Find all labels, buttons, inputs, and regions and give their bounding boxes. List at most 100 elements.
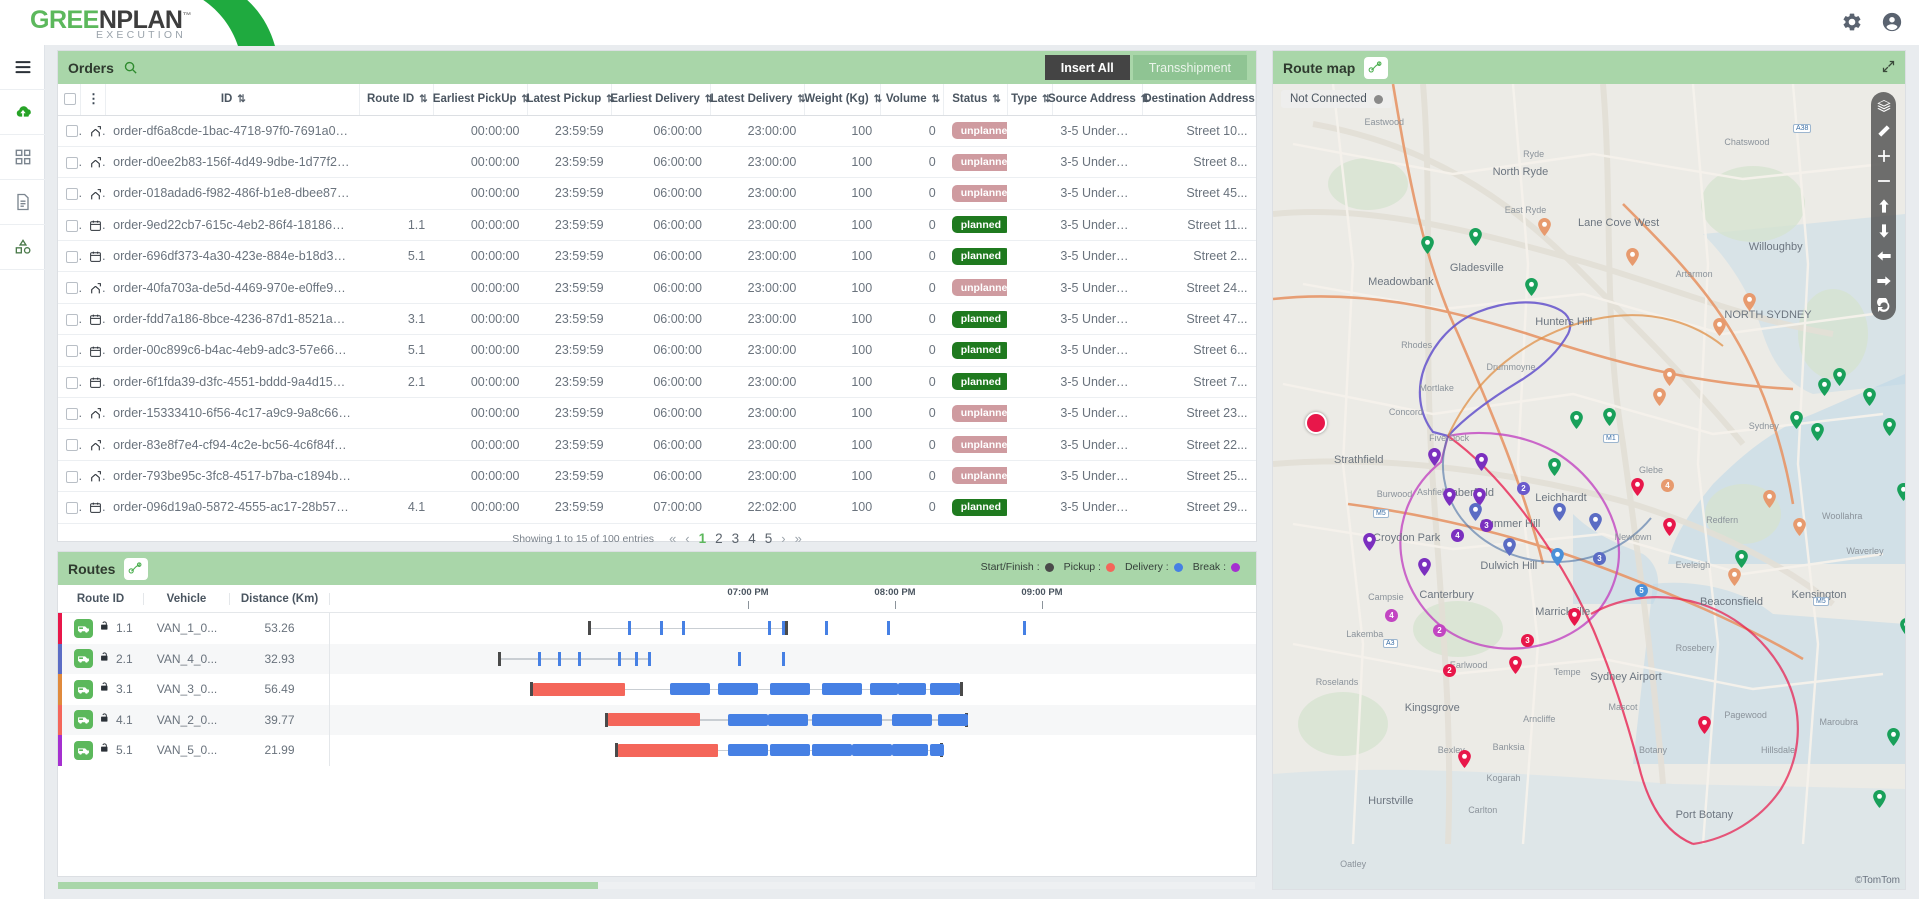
table-row[interactable]: order-793be95c-3fc8-4517-b7ba-c1894b5af1… [58,460,1256,493]
col-destination-address[interactable]: Destination Address [1142,84,1256,116]
lock-icon[interactable] [99,650,110,668]
map-pin[interactable] [1475,453,1488,471]
map-cluster-badge[interactable]: 3 [1521,634,1534,647]
map-pin[interactable] [1469,228,1482,246]
gantt-delivery-stop[interactable] [578,651,581,666]
row-checkbox[interactable] [66,219,78,232]
app-logo[interactable]: GREENPLAN™ EXECUTION [30,0,290,46]
vehicle-icon[interactable] [74,649,93,669]
lock-icon[interactable] [99,619,110,637]
gantt-delivery-stop[interactable] [887,621,890,635]
pagination-first[interactable]: « [669,531,676,546]
pagination-last[interactable]: » [795,531,802,546]
gantt-delivery-bar[interactable] [930,683,960,695]
row-type-icon-cell[interactable] [80,146,106,179]
pagination-page-2[interactable]: 2 [715,531,723,546]
select-all-checkbox[interactable] [64,93,76,106]
row-checkbox[interactable] [66,470,78,483]
map-depot-marker[interactable] [1305,412,1327,434]
map-pin[interactable] [1589,513,1602,531]
route-gantt-cell[interactable] [330,735,1256,766]
route-row[interactable]: 1.1 VAN_1_0... 53.26 [58,613,1256,644]
vehicle-icon[interactable] [74,618,93,638]
row-checkbox[interactable] [66,407,78,420]
map-pin[interactable] [1428,448,1441,466]
map-canvas[interactable]: Not Connected Eastwood North Ryde Chatswoo… [1273,84,1905,889]
col-route-id[interactable]: Route ID ⇅ [359,84,434,116]
routes-col-vehicle[interactable]: Vehicle [144,592,230,605]
map-pin[interactable] [1509,656,1522,674]
map-pin[interactable] [1538,218,1551,236]
map-pin[interactable] [1900,618,1905,636]
row-select-cell[interactable] [58,115,81,147]
pagination-page-4[interactable]: 4 [748,531,756,546]
table-row[interactable]: order-696df373-4a30-423e-884e-b18d3b8863… [58,240,1256,273]
gantt-delivery-bar[interactable] [770,744,810,756]
map-cluster-badge[interactable]: 4 [1385,609,1398,622]
map-pin[interactable] [1728,568,1741,586]
map-pin[interactable] [1818,378,1831,396]
gantt-delivery-stop[interactable] [538,651,541,666]
col-volume[interactable]: Volume ⇅ [880,84,945,116]
gantt-delivery-stop[interactable] [648,651,651,666]
row-checkbox[interactable] [66,250,78,263]
gantt-delivery-bar[interactable] [930,744,944,756]
row-checkbox[interactable] [66,125,78,138]
lock-icon[interactable] [99,711,110,729]
table-row[interactable]: order-096d19a0-5872-4555-ac17-28b576ee90… [58,491,1256,524]
col-weight[interactable]: Weight (Kg) ⇅ [804,84,882,116]
gantt-delivery-stop[interactable] [825,621,828,635]
gantt-delivery-bar[interactable] [812,744,852,756]
table-row[interactable]: order-018adad6-f982-486f-b1e8-dbee87e5a9… [58,177,1256,210]
route-gantt-cell[interactable] [330,644,1256,675]
arrow-up-icon[interactable] [1876,198,1892,214]
lock-icon[interactable] [99,741,110,759]
vehicle-icon[interactable] [74,679,93,699]
kebab-header[interactable]: ⋮ [80,84,106,116]
routes-col-route-id[interactable]: Route ID [58,592,144,605]
row-type-icon-cell[interactable] [80,240,106,273]
gantt-delivery-bar[interactable] [898,683,926,695]
table-row[interactable]: order-9ed22cb7-615c-4eb2-86f4-181862f07c… [58,209,1256,242]
map-pin[interactable] [1811,423,1824,441]
routes-col-distance[interactable]: Distance (Km) [230,592,330,605]
map-pin[interactable] [1503,538,1516,556]
table-row[interactable]: order-15333410-6f56-4c17-a9c9-9a8c66cee6… [58,397,1256,430]
map-pin[interactable] [1548,458,1561,476]
map-pin[interactable] [1551,548,1564,566]
vehicle-icon[interactable] [74,710,93,730]
gantt-delivery-bar[interactable] [718,683,758,695]
col-status[interactable]: Status ⇅ [943,84,1008,116]
transshipment-button[interactable]: Transshipment [1132,55,1247,80]
row-type-icon-cell[interactable] [80,428,106,461]
row-select-cell[interactable] [58,177,81,210]
map-pin[interactable] [1883,418,1896,436]
col-source-address[interactable]: Source Address ⇅ [1048,84,1149,116]
plus-icon[interactable] [1876,148,1892,164]
map-pin[interactable] [1887,728,1900,746]
map-pin[interactable] [1663,368,1676,386]
map-cluster-badge[interactable]: 5 [1635,584,1648,597]
map-pin[interactable] [1790,411,1803,429]
row-select-cell[interactable] [58,240,81,273]
gantt-delivery-bar[interactable] [768,713,808,726]
sidebar-item-documents[interactable] [0,180,45,225]
sidebar-item-shapes[interactable] [0,225,45,270]
table-row[interactable]: order-d0ee2b83-156f-4d49-9dbe-1d77f2a4ac… [58,146,1256,179]
select-all-header[interactable] [58,84,82,116]
map-pin[interactable] [1763,490,1776,508]
expand-icon[interactable] [1881,59,1896,74]
row-type-icon-cell[interactable] [80,491,106,524]
arrow-down-icon[interactable] [1876,223,1892,239]
row-type-icon-cell[interactable] [80,209,106,242]
arrow-left-icon[interactable] [1876,248,1892,264]
col-latest-delivery[interactable]: Latest Delivery ⇅ [710,84,806,116]
gantt-delivery-stop[interactable] [660,621,663,635]
arrow-right-icon[interactable] [1876,273,1892,289]
table-row[interactable]: order-fdd7a186-8bce-4236-87d1-8521ac59e3… [58,303,1256,336]
row-checkbox[interactable] [66,502,78,515]
map-pin[interactable] [1735,550,1748,568]
gantt-delivery-stop[interactable] [768,621,771,635]
map-pin[interactable] [1570,411,1583,429]
routes-map-button[interactable] [124,557,149,580]
